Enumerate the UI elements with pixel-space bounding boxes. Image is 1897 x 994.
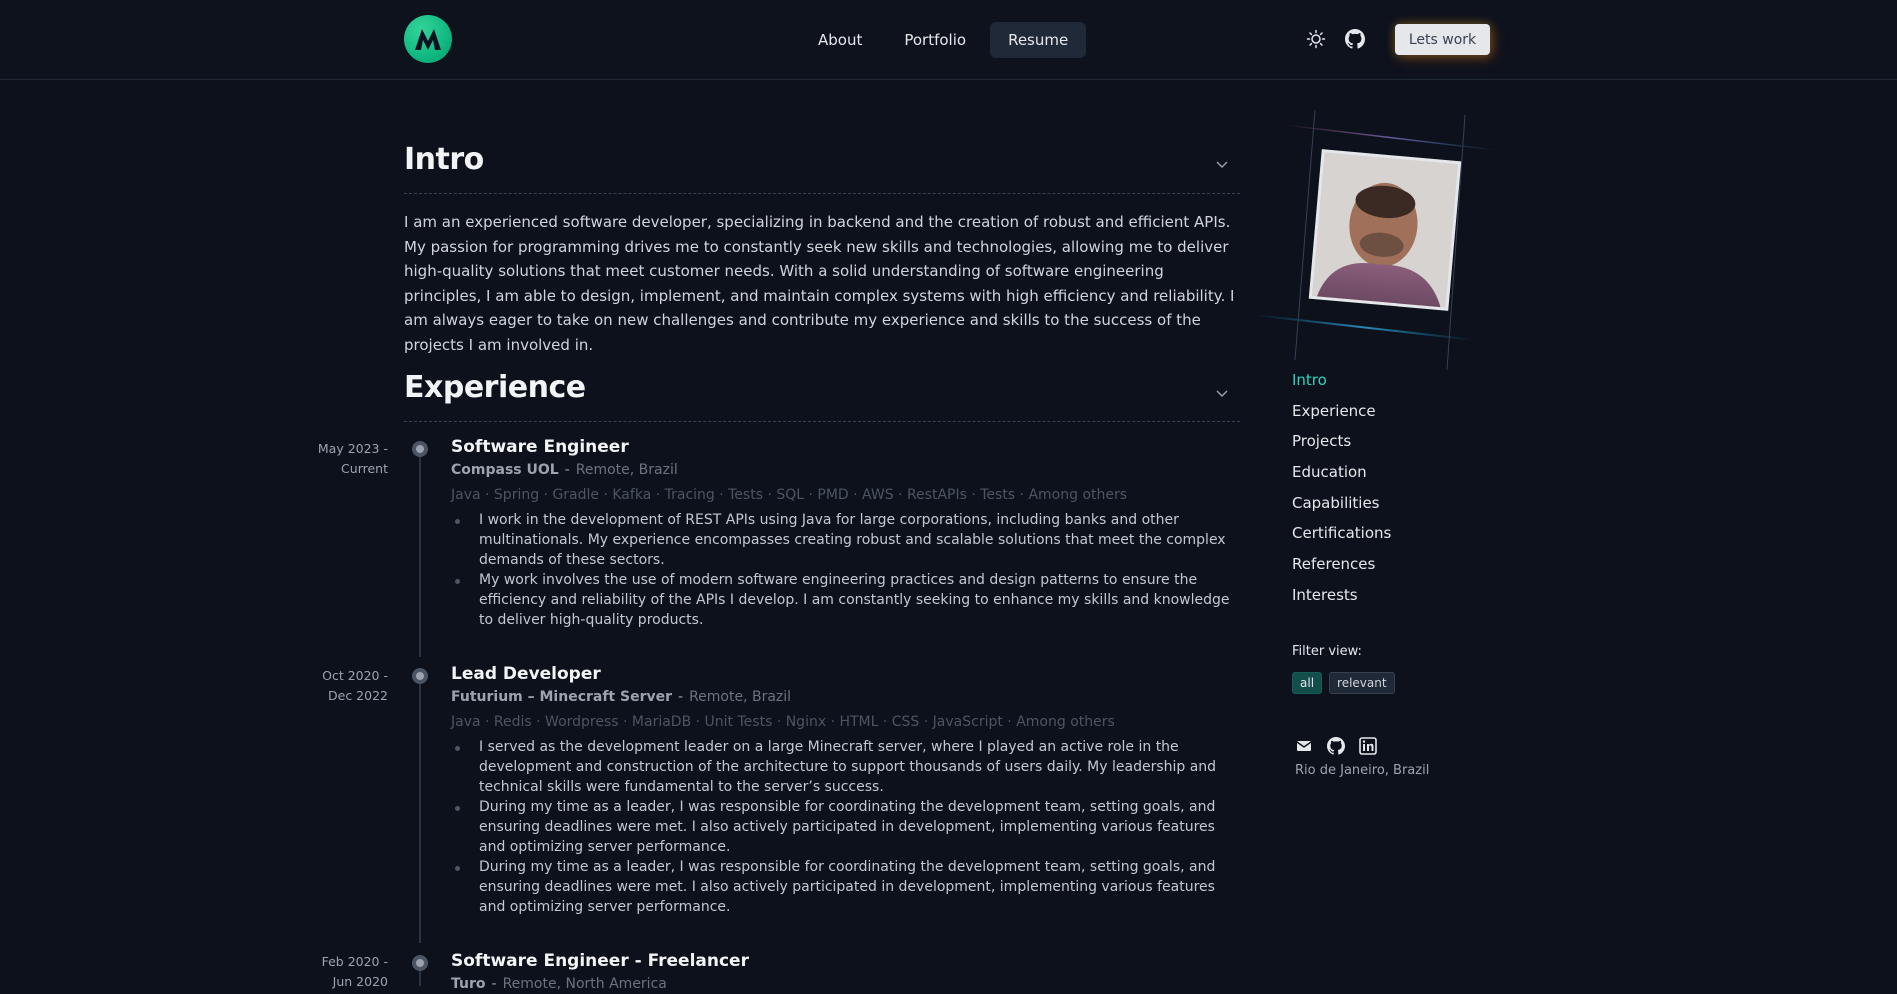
github-icon[interactable] [1345, 29, 1365, 49]
chevron-down-icon[interactable] [1216, 158, 1228, 170]
toc-references[interactable]: References [1292, 554, 1391, 574]
job-title: Lead Developer [451, 664, 601, 684]
intro-section-header: Intro [404, 142, 1240, 194]
intro-paragraph: I am an experienced software developer, … [404, 213, 1235, 354]
nav-about[interactable]: About [800, 22, 880, 58]
job-entry: Software Engineer - Freelancer Turo - Remo… [451, 950, 1241, 994]
logo-mark-icon [415, 29, 441, 50]
main-nav: About Portfolio Resume [800, 22, 1092, 58]
filter-buttons: all relevant [1292, 672, 1395, 694]
toc-capabilities[interactable]: Capabilities [1292, 493, 1391, 513]
job-date-start: May 2023 - [317, 441, 388, 456]
timeline-dot [412, 955, 428, 971]
job-tech-stack: Java · Spring · Gradle · Kafka · Tracing… [451, 487, 1128, 503]
job-company-line: Futurium – Minecraft Server - Remote, Braz… [451, 687, 1241, 707]
linkedin-icon[interactable] [1359, 737, 1377, 755]
chevron-down-icon[interactable] [1216, 387, 1228, 399]
job-title: Software Engineer - Freelancer [451, 951, 749, 971]
job-date-end: Jun 2020 [332, 974, 388, 989]
job-date-end: Current [341, 461, 388, 476]
job-company: Turo [451, 976, 486, 992]
toc-education[interactable]: Education [1292, 462, 1391, 482]
job-location: Remote, Brazil [689, 689, 792, 705]
separator: - [564, 462, 570, 478]
job-date-start: Feb 2020 - [321, 954, 388, 969]
toc-projects[interactable]: Projects [1292, 431, 1391, 451]
sun-icon[interactable] [1306, 29, 1326, 49]
toc-certifications[interactable]: Certifications [1292, 523, 1391, 543]
job-bullet: I served as the development leader on a … [455, 737, 1241, 797]
table-of-contents: Intro Experience Projects Education Capa… [1292, 370, 1391, 616]
job-date-start: Oct 2020 - [322, 668, 388, 683]
top-navbar: About Portfolio Resume Lets work [0, 0, 1897, 80]
job-bullet: My work involves the use of modern softw… [455, 570, 1241, 630]
job-tech-stack: Java · Redis · Wordpress · MariaDB · Uni… [451, 714, 1115, 730]
intro-title: Intro [404, 142, 484, 177]
experience-title: Experience [404, 370, 586, 405]
job-location: Remote, Brazil [575, 462, 678, 478]
job-entry: Software Engineer Compass UOL - Remote, Br… [451, 436, 1241, 630]
job-bullet: During my time as a leader, I was respon… [455, 857, 1241, 917]
job-date: Feb 2020 - Jun 2020 [268, 952, 388, 992]
job-date: Oct 2020 - Dec 2022 [268, 666, 388, 706]
logo[interactable] [404, 15, 452, 63]
timeline-line [419, 457, 421, 657]
job-bullets: I work in the development of REST APIs u… [451, 510, 1241, 630]
experience-section-header: Experience [404, 370, 1240, 422]
job-bullets: I served as the development leader on a … [451, 737, 1241, 917]
nav-portfolio[interactable]: Portfolio [886, 22, 984, 58]
job-bullet: During my time as a leader, I was respon… [455, 797, 1241, 857]
job-date: May 2023 - Current [268, 439, 388, 479]
job-location: Remote, North America [502, 976, 667, 992]
separator: - [491, 976, 497, 992]
toc-interests[interactable]: Interests [1292, 585, 1391, 605]
filter-label: Filter view: [1292, 644, 1362, 659]
github-icon[interactable] [1327, 737, 1345, 755]
filter-all-button[interactable]: all [1292, 672, 1323, 694]
timeline-line [419, 970, 421, 986]
profile-photo [1255, 110, 1495, 370]
job-company-line: Compass UOL - Remote, Brazil [451, 460, 1241, 480]
timeline-dot [412, 441, 428, 457]
job-date-end: Dec 2022 [328, 688, 388, 703]
job-bullet: I work in the development of REST APIs u… [455, 510, 1241, 570]
separator: - [678, 689, 684, 705]
timeline-line [419, 683, 421, 943]
nav-resume[interactable]: Resume [990, 22, 1087, 58]
job-company: Compass UOL [451, 462, 559, 478]
job-entry: Lead Developer Futurium – Minecraft Serv… [451, 663, 1241, 917]
toc-intro[interactable]: Intro [1292, 370, 1391, 390]
job-company: Futurium – Minecraft Server [451, 689, 673, 705]
location-text: Rio de Janeiro, Brazil [1295, 763, 1430, 778]
mail-icon[interactable] [1295, 737, 1313, 755]
lets-work-button[interactable]: Lets work [1395, 24, 1490, 55]
timeline-dot [412, 668, 428, 684]
toc-experience[interactable]: Experience [1292, 401, 1391, 421]
job-title: Software Engineer [451, 437, 629, 457]
filter-relevant-button[interactable]: relevant [1329, 672, 1395, 694]
job-company-line: Turo - Remote, North America [451, 974, 1241, 994]
